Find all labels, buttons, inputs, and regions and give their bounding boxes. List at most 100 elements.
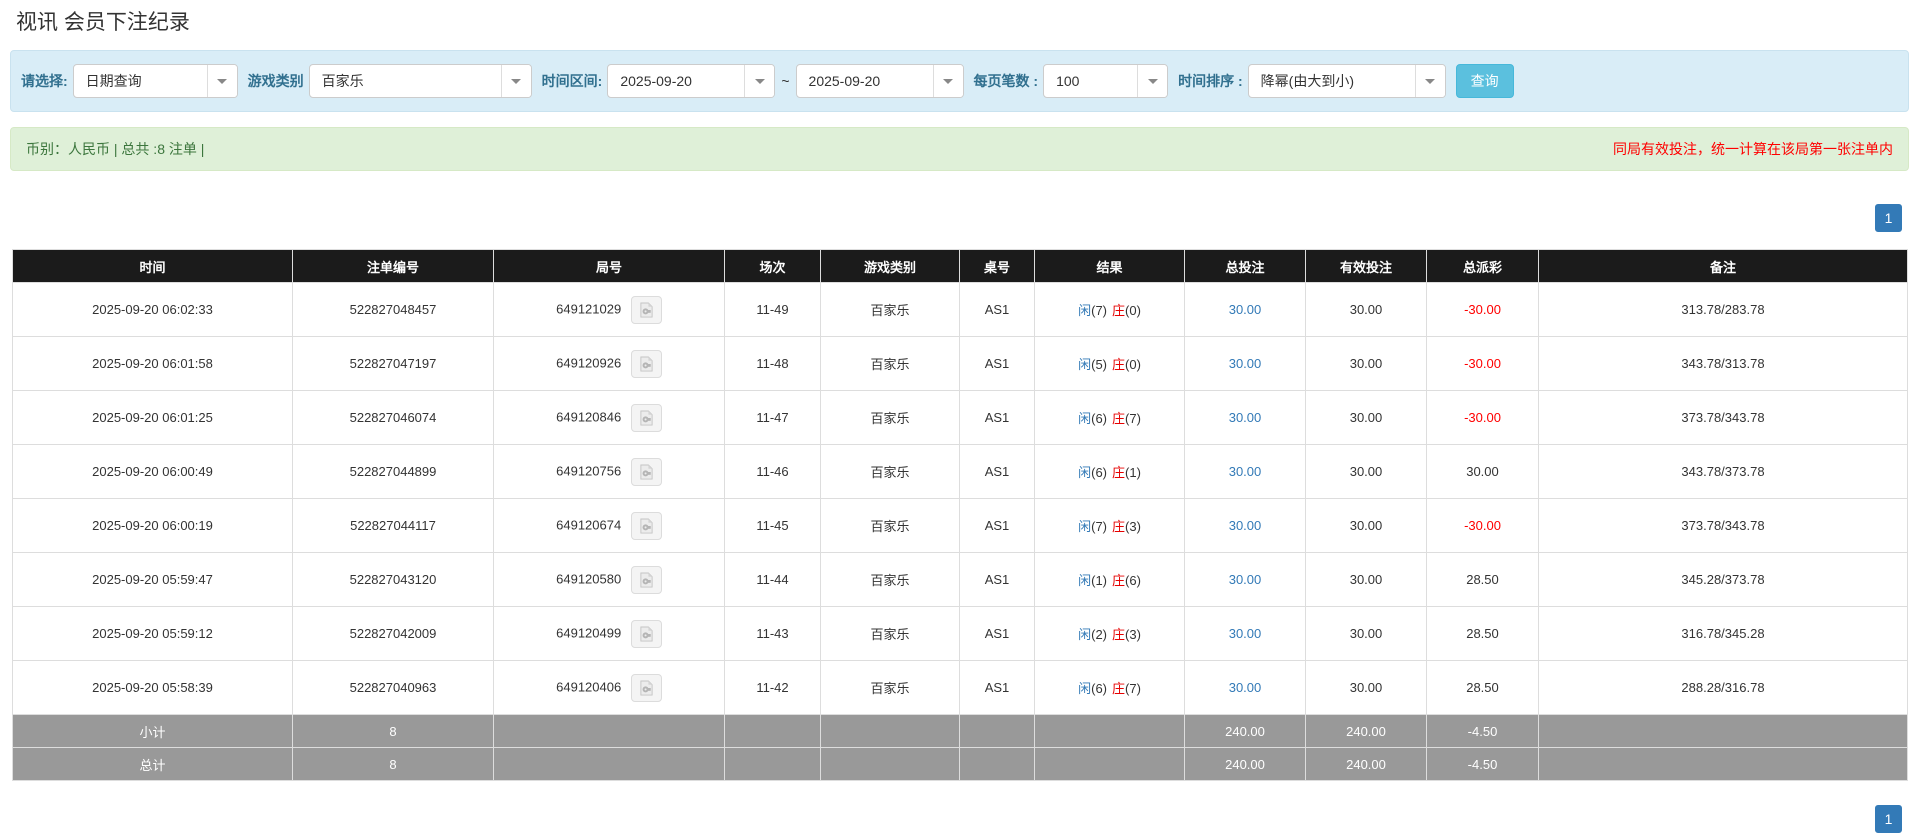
video-replay-button[interactable] <box>630 295 662 324</box>
cell-time: 2025-09-20 06:01:25 <box>12 390 293 445</box>
cell-time: 2025-09-20 06:00:19 <box>12 498 293 553</box>
result-player-label: 闲 <box>1078 627 1092 642</box>
cell-result: 闲(6) 庄(7) <box>1034 390 1185 445</box>
result-banker-label: 庄 <box>1112 519 1126 534</box>
summary-total-bet: 240.00 <box>1184 714 1306 748</box>
summary-label: 总计 <box>12 747 293 781</box>
time-sort-label: 时间排序 : <box>1178 73 1243 89</box>
total-bet-link[interactable]: 30.00 <box>1229 356 1262 371</box>
result-player-score: (6) <box>1091 411 1107 426</box>
cell-remark: 343.78/373.78 <box>1538 444 1908 499</box>
summary-valid-bet: 240.00 <box>1305 714 1427 748</box>
cell-total-bet: 30.00 <box>1184 390 1306 445</box>
result-banker-score: (3) <box>1125 627 1141 642</box>
video-replay-button[interactable] <box>630 673 662 702</box>
video-replay-button[interactable] <box>630 565 662 594</box>
result-banker-score: (7) <box>1125 411 1141 426</box>
round-id-text: 649120580 <box>556 570 622 586</box>
result-banker-score: (7) <box>1125 681 1141 696</box>
video-replay-button[interactable] <box>630 403 662 432</box>
game-type-value: 百家乐 <box>321 73 364 89</box>
total-bet-link[interactable]: 30.00 <box>1229 464 1262 479</box>
time-sort-select[interactable]: 降幂(由大到小) <box>1247 64 1446 98</box>
result-player-score: (7) <box>1091 303 1107 318</box>
cell-bet-id: 522827040963 <box>292 660 494 715</box>
video-file-icon <box>640 356 653 371</box>
page-1-button[interactable]: 1 <box>1875 204 1902 232</box>
cell-result: 闲(7) 庄(3) <box>1034 498 1185 553</box>
summary-payout: -4.50 <box>1426 747 1539 781</box>
column-header: 总派彩 <box>1426 249 1539 283</box>
table-body: 2025-09-20 06:02:33 522827048457 6491210… <box>12 282 1908 781</box>
cell-time: 2025-09-20 06:02:33 <box>12 282 293 337</box>
summary-row: 小计 8 240.00 240.00 -4.50 <box>12 714 1908 748</box>
chevron-down-icon <box>206 65 237 97</box>
result-player-score: (6) <box>1091 465 1107 480</box>
video-replay-button[interactable] <box>630 349 662 378</box>
video-replay-button[interactable] <box>630 457 662 486</box>
result-banker-score: (0) <box>1125 303 1141 318</box>
video-replay-button[interactable] <box>630 619 662 648</box>
cell-round-id: 649120846 <box>493 390 725 445</box>
cell-round-id: 649121029 <box>493 282 725 337</box>
total-bet-link[interactable]: 30.00 <box>1229 302 1262 317</box>
summary-payout: -4.50 <box>1426 714 1539 748</box>
cell-result: 闲(5) 庄(0) <box>1034 336 1185 391</box>
result-player-label: 闲 <box>1078 519 1092 534</box>
column-header: 时间 <box>12 249 293 283</box>
table-row: 2025-09-20 06:00:49 522827044899 6491207… <box>12 444 1908 499</box>
query-type-select[interactable]: 日期查询 <box>72 64 238 98</box>
round-id-text: 649120926 <box>556 354 622 370</box>
cell-total-bet: 30.00 <box>1184 606 1306 661</box>
cell-remark: 345.28/373.78 <box>1538 552 1908 607</box>
cell-round-id: 649120580 <box>493 552 725 607</box>
cell-bet-id: 522827046074 <box>292 390 494 445</box>
video-file-icon <box>640 680 653 695</box>
table-row: 2025-09-20 06:00:19 522827044117 6491206… <box>12 498 1908 553</box>
summary-row: 总计 8 240.00 240.00 -4.50 <box>12 747 1908 781</box>
cell-game-type: 百家乐 <box>820 336 960 391</box>
total-bet-link[interactable]: 30.00 <box>1229 518 1262 533</box>
pagination-top: 1 <box>17 204 1902 232</box>
cell-valid-bet: 30.00 <box>1305 282 1427 337</box>
cell-remark: 316.78/345.28 <box>1538 606 1908 661</box>
total-bet-link[interactable]: 30.00 <box>1229 626 1262 641</box>
cell-remark: 288.28/316.78 <box>1538 660 1908 715</box>
video-file-icon <box>640 302 653 317</box>
result-player-label: 闲 <box>1078 465 1092 480</box>
video-replay-button[interactable] <box>630 511 662 540</box>
query-type-label: 请选择: <box>21 73 68 89</box>
cell-bet-id: 522827043120 <box>292 552 494 607</box>
page-1-button[interactable]: 1 <box>1875 805 1902 833</box>
summary-total-bet: 240.00 <box>1184 747 1306 781</box>
cell-session: 11-49 <box>724 282 821 337</box>
result-banker-score: (6) <box>1125 573 1141 588</box>
search-button[interactable]: 查询 <box>1455 64 1514 98</box>
result-player-score: (7) <box>1091 519 1107 534</box>
round-id-text: 649120499 <box>556 624 622 640</box>
date-from-select[interactable]: 2025-09-20 <box>607 64 776 98</box>
result-banker-label: 庄 <box>1112 357 1126 372</box>
cell-table-no: AS1 <box>959 552 1035 607</box>
cell-bet-id: 522827044899 <box>292 444 494 499</box>
total-bet-link[interactable]: 30.00 <box>1229 410 1262 425</box>
round-id-text: 649121029 <box>556 300 622 316</box>
cell-time: 2025-09-20 05:58:39 <box>12 660 293 715</box>
video-file-icon <box>640 518 653 533</box>
cell-payout: -30.00 <box>1426 498 1539 553</box>
total-bet-link[interactable]: 30.00 <box>1229 572 1262 587</box>
per-page-select[interactable]: 100 <box>1043 64 1169 98</box>
round-id-text: 649120406 <box>556 678 622 694</box>
cell-table-no: AS1 <box>959 606 1035 661</box>
date-to-select[interactable]: 2025-09-20 <box>795 64 964 98</box>
result-banker-score: (1) <box>1125 465 1141 480</box>
cell-result: 闲(7) 庄(0) <box>1034 282 1185 337</box>
cell-round-id: 649120406 <box>493 660 725 715</box>
cell-total-bet: 30.00 <box>1184 552 1306 607</box>
total-bet-link[interactable]: 30.00 <box>1229 680 1262 695</box>
game-type-select[interactable]: 百家乐 <box>308 64 532 98</box>
cell-session: 11-47 <box>724 390 821 445</box>
cell-valid-bet: 30.00 <box>1305 336 1427 391</box>
cell-remark: 343.78/313.78 <box>1538 336 1908 391</box>
page-title: 视讯 会员下注纪录 <box>16 11 190 34</box>
